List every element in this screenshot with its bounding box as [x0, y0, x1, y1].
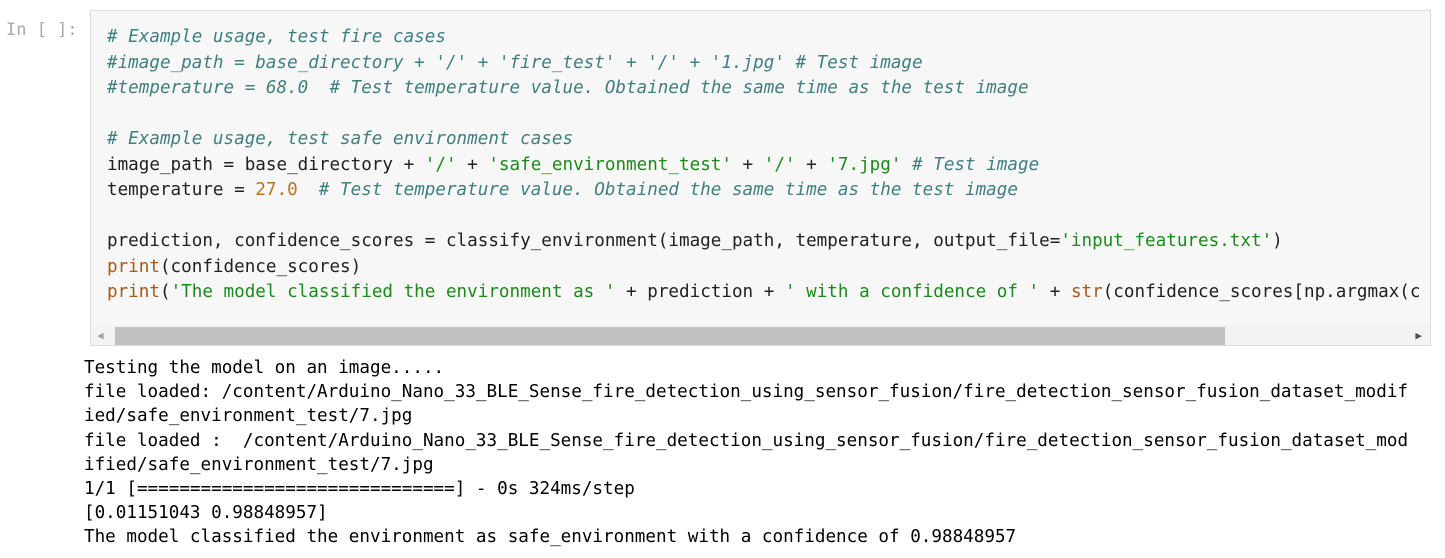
output-line: file loaded: /content/Arduino_Nano_33_BL…: [84, 382, 1409, 403]
code-token: ' with a confidence of ': [784, 282, 1040, 302]
code-token: (confidence_scores): [159, 256, 362, 277]
output-line: [0.01151043 0.98848957]: [84, 503, 328, 524]
code-token: #temperature = 68.0 # Test temperature v…: [107, 78, 1029, 98]
code-line: print(confidence_scores): [107, 255, 1421, 281]
code-token: +: [456, 154, 489, 175]
code-token: print: [107, 256, 160, 277]
code-line: # Example usage, test fire cases: [107, 25, 1421, 51]
code-token: 27.0: [255, 180, 298, 200]
code-line: temperature = 27.0 # Test temperature va…: [107, 178, 1421, 204]
code-line: image_path = base_directory + '/' + 'saf…: [107, 153, 1421, 179]
horizontal-scrollbar[interactable]: ◀ ▶: [91, 325, 1430, 345]
code-token: str: [1070, 282, 1103, 302]
code-token: image_path = base_directory +: [107, 154, 425, 175]
code-token: print: [107, 282, 160, 302]
code-token: # Example usage, test fire cases: [107, 27, 446, 47]
code-line: print('The model classified the environm…: [107, 280, 1421, 306]
code-line: prediction, confidence_scores = classify…: [107, 229, 1421, 255]
code-token: #image_path = base_directory + '/' + 'fi…: [107, 52, 923, 73]
code-editor[interactable]: # Example usage, test fire cases #image_p…: [107, 25, 1421, 306]
output-line: ied/safe_environment_test/7.jpg: [84, 406, 413, 427]
scroll-left-icon[interactable]: ◀: [97, 329, 104, 342]
code-token: # Test temperature value. Obtained the s…: [318, 180, 1018, 200]
output-line: The model classified the environment as …: [84, 527, 1017, 548]
code-token: '/': [424, 154, 457, 175]
code-token: (: [159, 282, 171, 302]
code-token: # Test image: [912, 154, 1040, 175]
code-line: #temperature = 68.0 # Test temperature v…: [107, 76, 1421, 102]
output-line: Testing the model on an image.....: [84, 358, 445, 378]
output-line: ified/safe_environment_test/7.jpg: [84, 454, 434, 475]
code-token: 'safe_environment_test': [488, 154, 732, 175]
code-token: prediction, confidence_scores = classify…: [107, 231, 1061, 251]
code-token: +: [1039, 282, 1071, 302]
code-token: 'input_features.txt': [1060, 231, 1273, 251]
output-line: file loaded : /content/Arduino_Nano_33_B…: [84, 430, 1409, 451]
code-token: (confidence_scores[np.argmax(c: [1102, 282, 1421, 302]
code-line: # Example usage, test safe environment c…: [107, 127, 1421, 153]
code-token: + prediction +: [615, 282, 785, 302]
code-token: +: [795, 154, 828, 175]
code-token: ): [1272, 231, 1283, 251]
cell-output: Testing the model on an image..... file l…: [84, 356, 1408, 550]
code-token: 'The model classified the environment as…: [170, 282, 616, 302]
output-line: 1/1 [==============================] - 0…: [84, 479, 635, 500]
code-token: '/': [763, 154, 796, 175]
code-line: #image_path = base_directory + '/' + 'fi…: [107, 51, 1421, 77]
code-token: +: [731, 154, 764, 175]
code-token: '7.jpg': [827, 154, 902, 175]
scroll-right-icon[interactable]: ▶: [1415, 329, 1422, 342]
code-cell[interactable]: # Example usage, test fire cases #image_p…: [90, 10, 1431, 346]
code-token: temperature =: [107, 180, 256, 200]
scrollbar-thumb[interactable]: [115, 327, 1225, 345]
code-token: # Example usage, test safe environment c…: [107, 129, 574, 149]
cell-prompt: In [ ]:: [6, 20, 78, 40]
